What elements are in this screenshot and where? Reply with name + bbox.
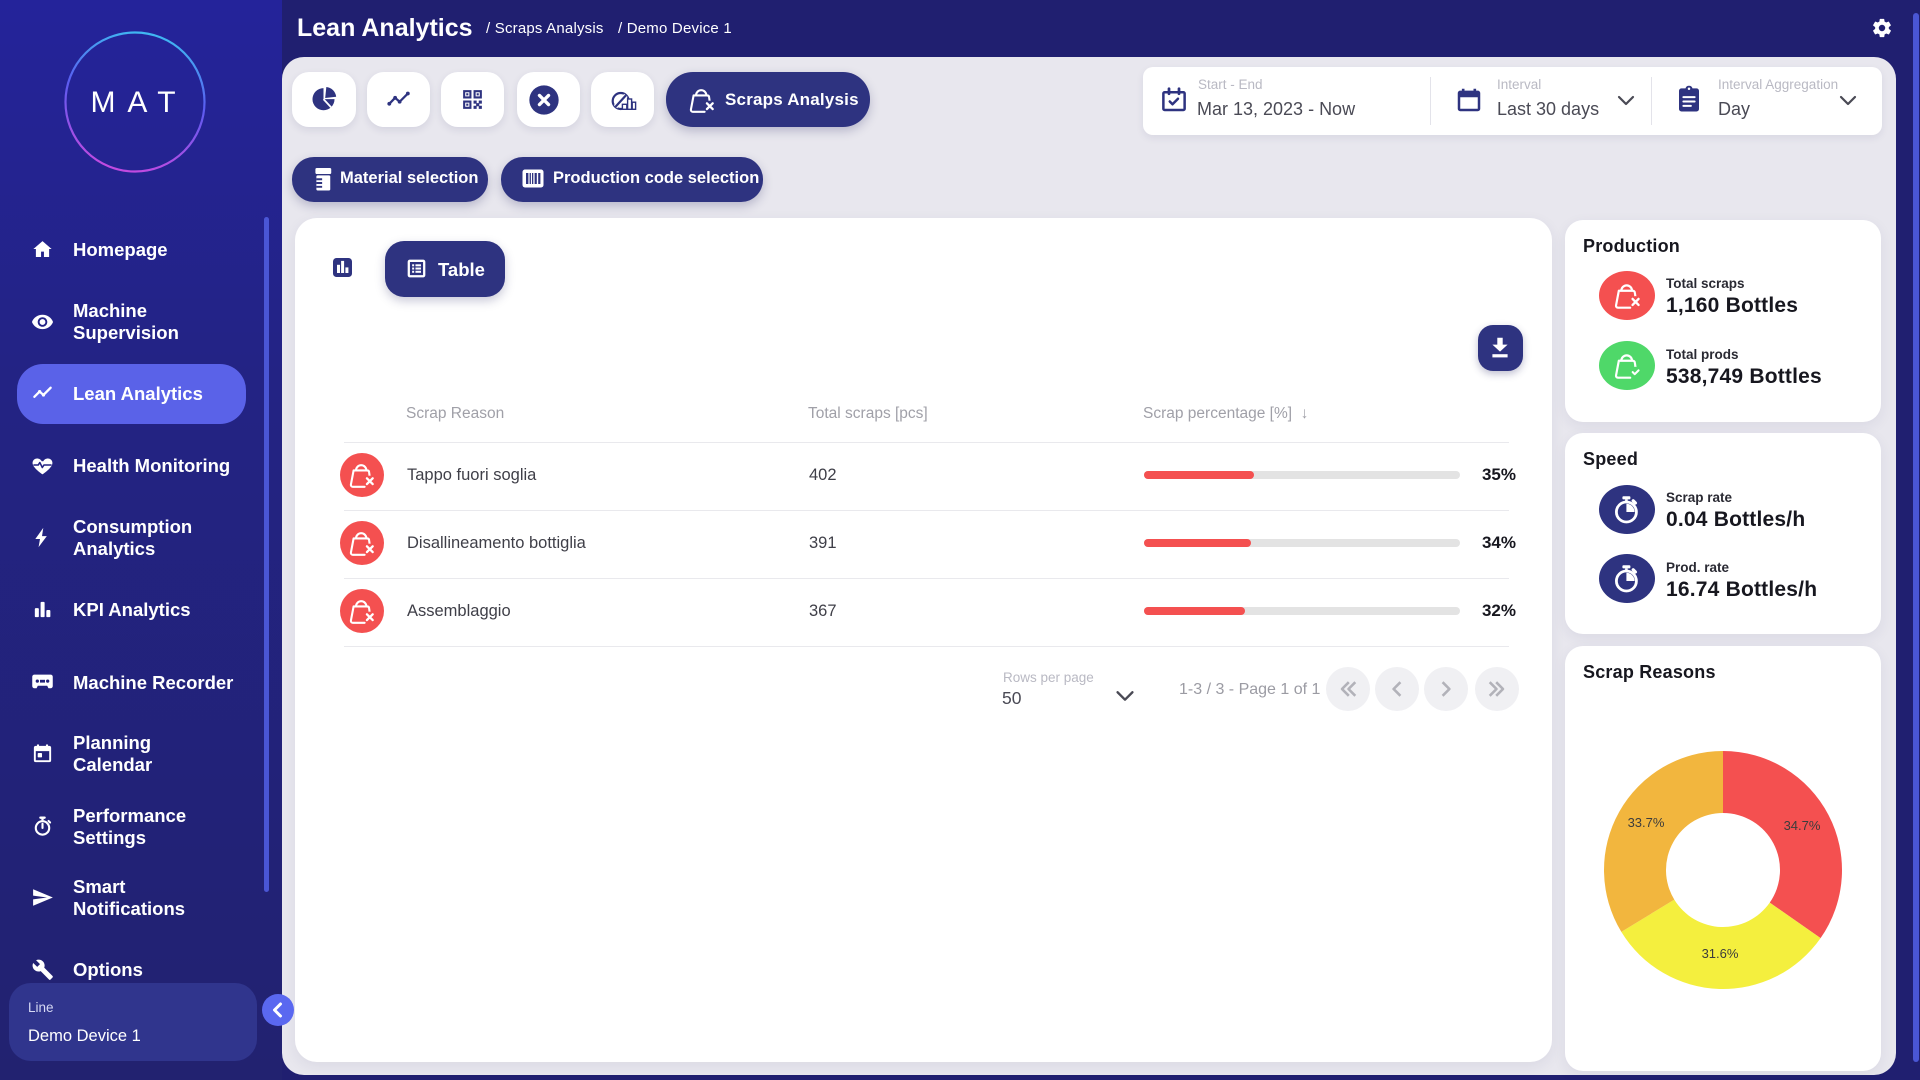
- svg-text:31.6%: 31.6%: [1702, 946, 1739, 961]
- svg-text:34.7%: 34.7%: [1784, 818, 1821, 833]
- svg-text:33.7%: 33.7%: [1628, 815, 1665, 830]
